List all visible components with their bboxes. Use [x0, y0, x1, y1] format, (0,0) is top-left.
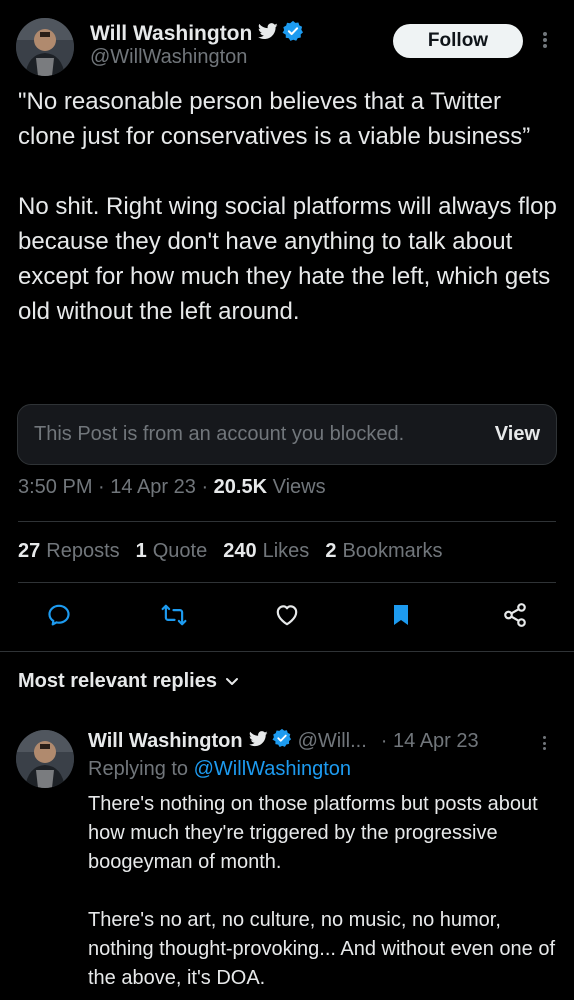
section-divider [0, 651, 574, 652]
repost-icon[interactable] [157, 598, 191, 632]
blocked-notice-text: This Post is from an account you blocked… [34, 423, 405, 445]
avatar[interactable] [16, 18, 74, 76]
views-count: 20.5K [213, 476, 268, 498]
avatar-image [16, 730, 74, 788]
author-display-name[interactable]: Will Washington [90, 22, 252, 46]
reply-display-name[interactable]: Will Washington [88, 730, 243, 753]
reposts-count: 27 [18, 540, 41, 562]
bookmarks-count: 2 [325, 540, 337, 562]
bird-icon [248, 730, 268, 753]
avatar-image [16, 18, 74, 76]
replying-to: Replying to @WillWashington [88, 758, 351, 781]
reply-icon[interactable] [42, 598, 76, 632]
bookmarks-label: Bookmarks [342, 540, 443, 562]
author-name-row: Will Washington [90, 20, 304, 48]
reposts-stat[interactable]: 27 Reposts [18, 540, 120, 563]
view-blocked-post-button[interactable]: View [495, 423, 540, 446]
share-icon[interactable] [498, 598, 532, 632]
bird-icon [258, 22, 279, 46]
chevron-down-icon [225, 677, 238, 685]
more-options-icon[interactable] [543, 32, 547, 48]
tweet-text: "No reasonable person believes that a Tw… [18, 88, 557, 325]
reply-sort-dropdown[interactable]: Most relevant replies [18, 670, 239, 693]
quotes-stat[interactable]: 1 Quote [136, 540, 208, 563]
action-bar [0, 598, 574, 638]
author-handle[interactable]: @WillWashington [90, 46, 247, 69]
bookmark-icon[interactable] [384, 598, 418, 632]
reply-author-row: Will Washington @Will... · 14 Apr 23 [88, 728, 479, 754]
heart-icon[interactable] [270, 598, 304, 632]
reply-sort-label: Most relevant replies [18, 670, 217, 692]
bookmarks-stat[interactable]: 2 Bookmarks [325, 540, 442, 563]
verified-badge-icon [272, 728, 292, 754]
reply-handle[interactable]: @Will... [298, 730, 367, 753]
tweet-timestamp[interactable]: 3:50 PM · 14 Apr 23 · [18, 476, 214, 498]
divider [18, 582, 556, 583]
blocked-post-notice: This Post is from an account you blocked… [17, 404, 557, 465]
views-label: Views [267, 476, 326, 498]
author-handle-row: @WillWashington [90, 46, 247, 69]
reply-avatar[interactable] [16, 730, 74, 788]
tweet-header: Will Washington @WillWashington Follow [0, 0, 574, 80]
likes-count: 240 [223, 540, 257, 562]
reposts-label: Reposts [46, 540, 120, 562]
divider [18, 521, 556, 522]
likes-label: Likes [262, 540, 310, 562]
reply-text: There's nothing on those platforms but p… [88, 793, 556, 989]
replying-to-prefix: Replying to [88, 758, 194, 780]
tweet-meta: 3:50 PM · 14 Apr 23 · 20.5K Views [18, 476, 326, 499]
follow-button[interactable]: Follow [393, 24, 523, 58]
likes-stat[interactable]: 240 Likes [223, 540, 309, 563]
quotes-count: 1 [135, 540, 147, 562]
reply-date[interactable]: · 14 Apr 23 [381, 730, 479, 753]
verified-badge-icon [282, 20, 304, 48]
quotes-label: Quote [152, 540, 208, 562]
reply-more-options-icon[interactable] [543, 736, 547, 750]
engagement-stats: 27 Reposts 1 Quote 240 Likes 2 Bookmarks [18, 540, 458, 563]
replying-to-handle-link[interactable]: @WillWashington [194, 758, 351, 780]
